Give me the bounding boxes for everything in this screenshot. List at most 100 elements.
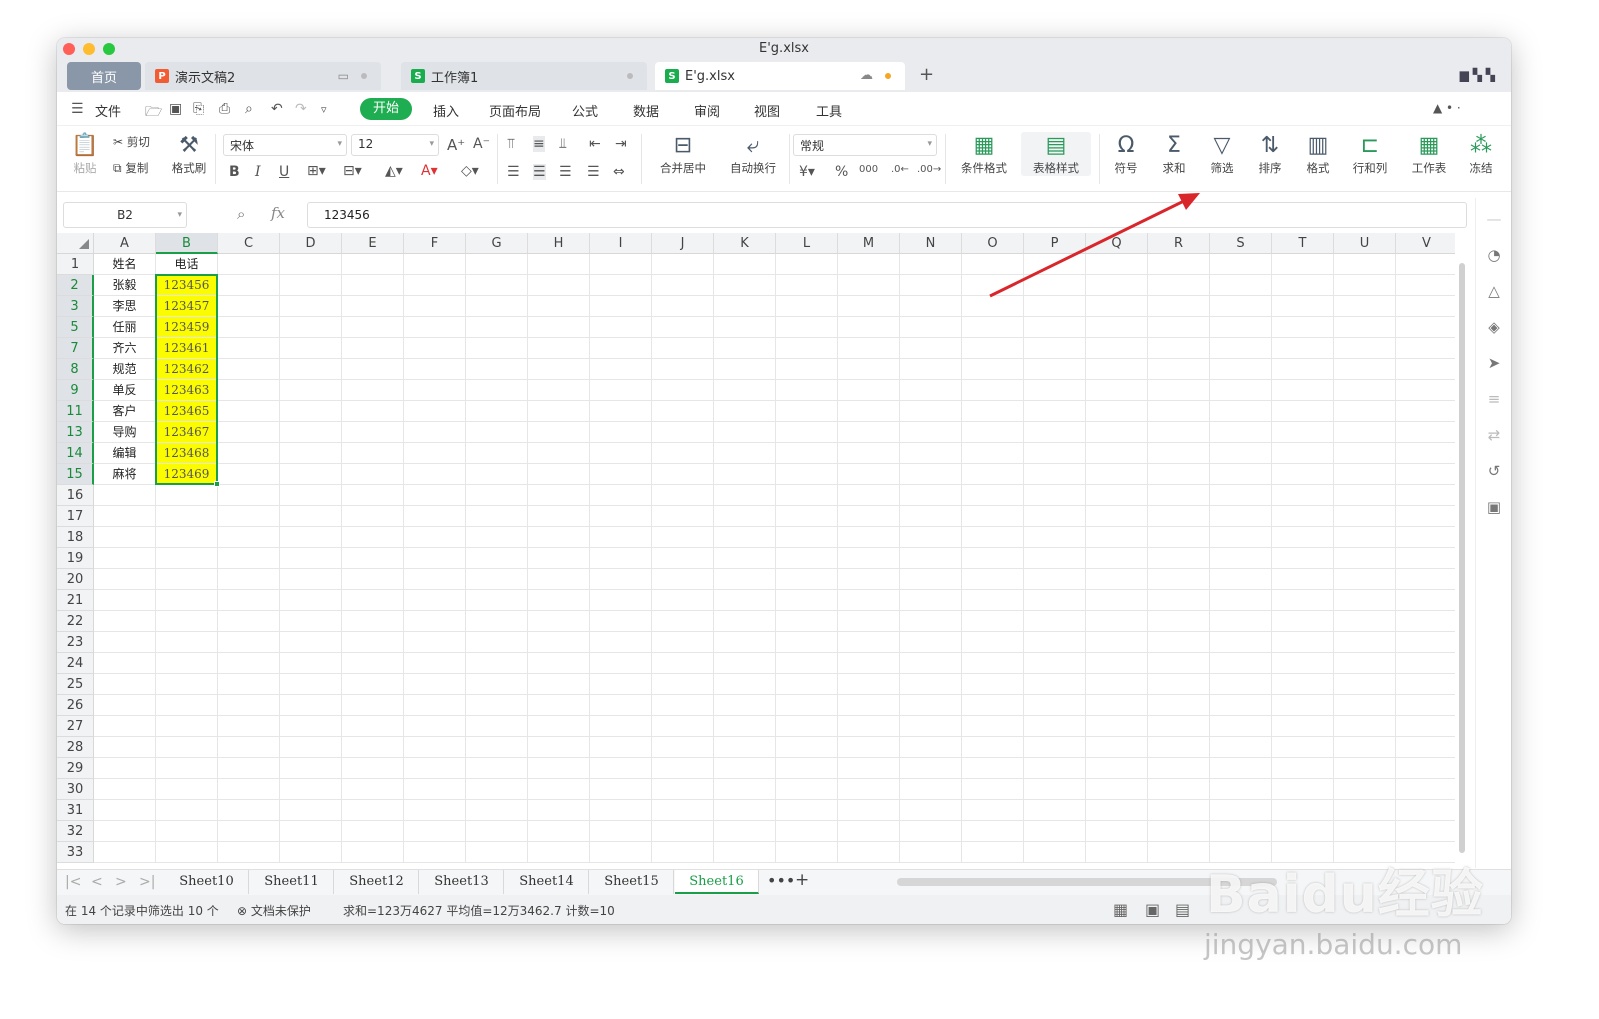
cell[interactable] — [528, 464, 590, 485]
cell[interactable] — [652, 317, 714, 338]
cell[interactable] — [590, 485, 652, 506]
cell[interactable] — [652, 527, 714, 548]
cell[interactable] — [342, 674, 404, 695]
account-icons[interactable]: ▆ ▚ ▚ — [1460, 68, 1495, 82]
cell[interactable] — [280, 611, 342, 632]
cell[interactable] — [900, 317, 962, 338]
cell[interactable] — [342, 401, 404, 422]
distribute-icon[interactable]: ⇔ — [613, 164, 625, 180]
cell[interactable]: 123461 — [156, 338, 218, 359]
cell[interactable] — [1086, 296, 1148, 317]
cell[interactable]: 导购 — [94, 422, 156, 443]
cell[interactable] — [1148, 611, 1210, 632]
cell[interactable] — [590, 590, 652, 611]
cell[interactable] — [962, 716, 1024, 737]
cell[interactable] — [962, 821, 1024, 842]
cell[interactable] — [466, 632, 528, 653]
cell[interactable] — [280, 590, 342, 611]
cell[interactable] — [838, 632, 900, 653]
cell[interactable] — [1024, 842, 1086, 863]
close-tab-dot[interactable] — [361, 73, 367, 79]
cell[interactable] — [1086, 359, 1148, 380]
cell[interactable] — [404, 254, 466, 275]
menu-data[interactable]: 数据 — [633, 101, 659, 120]
cell[interactable] — [218, 401, 280, 422]
cell[interactable] — [1024, 779, 1086, 800]
cell[interactable] — [714, 842, 776, 863]
cell[interactable] — [776, 737, 838, 758]
cell[interactable] — [1396, 548, 1455, 569]
cell[interactable] — [962, 359, 1024, 380]
cell[interactable] — [652, 821, 714, 842]
cell[interactable] — [838, 485, 900, 506]
cell[interactable] — [1334, 380, 1396, 401]
cell[interactable] — [838, 548, 900, 569]
row-header[interactable]: 19 — [57, 548, 94, 569]
cell[interactable] — [218, 653, 280, 674]
tab-home[interactable]: 首页 — [67, 62, 141, 90]
cell[interactable] — [962, 611, 1024, 632]
tab-workbook1[interactable]: S 工作簿1 — [401, 62, 647, 90]
cell[interactable] — [466, 506, 528, 527]
cell[interactable] — [404, 758, 466, 779]
cell[interactable] — [714, 380, 776, 401]
cell[interactable] — [900, 548, 962, 569]
cell[interactable] — [94, 821, 156, 842]
cell[interactable] — [776, 443, 838, 464]
cell[interactable] — [1024, 611, 1086, 632]
cell[interactable] — [94, 527, 156, 548]
cell[interactable] — [1396, 338, 1455, 359]
cell[interactable] — [776, 716, 838, 737]
open-icon[interactable]: 🗁 — [145, 101, 162, 125]
cell[interactable] — [218, 842, 280, 863]
cell[interactable] — [962, 527, 1024, 548]
cell[interactable] — [590, 821, 652, 842]
history-icon[interactable]: ↺ — [1485, 462, 1503, 480]
cell[interactable] — [280, 464, 342, 485]
row-header[interactable]: 13 — [57, 422, 94, 443]
cell[interactable] — [1148, 821, 1210, 842]
italic-icon[interactable]: I — [255, 164, 261, 180]
cell[interactable] — [1272, 485, 1334, 506]
cell[interactable] — [342, 275, 404, 296]
cell[interactable] — [1272, 632, 1334, 653]
cell[interactable] — [714, 485, 776, 506]
cell[interactable] — [962, 737, 1024, 758]
cell[interactable] — [1272, 380, 1334, 401]
cell[interactable] — [962, 548, 1024, 569]
row-header[interactable]: 17 — [57, 506, 94, 527]
cell[interactable] — [1272, 464, 1334, 485]
cell[interactable] — [1148, 548, 1210, 569]
column-header[interactable]: I — [590, 233, 652, 254]
cell[interactable] — [280, 653, 342, 674]
cell[interactable] — [528, 527, 590, 548]
column-header[interactable]: M — [838, 233, 900, 254]
row-header[interactable]: 7 — [57, 338, 94, 359]
cell[interactable]: 123467 — [156, 422, 218, 443]
cell[interactable] — [1334, 611, 1396, 632]
cell[interactable] — [1024, 338, 1086, 359]
cell[interactable] — [1272, 653, 1334, 674]
cell[interactable] — [156, 821, 218, 842]
cell[interactable] — [1396, 569, 1455, 590]
row-header[interactable]: 25 — [57, 674, 94, 695]
cell[interactable] — [528, 275, 590, 296]
cell[interactable] — [1210, 821, 1272, 842]
cell[interactable] — [1334, 632, 1396, 653]
cell[interactable] — [838, 527, 900, 548]
cell[interactable] — [900, 632, 962, 653]
cell[interactable] — [218, 254, 280, 275]
cell[interactable] — [1148, 632, 1210, 653]
cell[interactable] — [652, 758, 714, 779]
cell[interactable] — [528, 821, 590, 842]
font-size-select[interactable]: 12 ▾ — [351, 134, 439, 156]
cell[interactable] — [156, 737, 218, 758]
menu-formula[interactable]: 公式 — [572, 101, 598, 120]
cell[interactable] — [1210, 653, 1272, 674]
cell[interactable] — [1334, 779, 1396, 800]
cell[interactable] — [1334, 338, 1396, 359]
cell[interactable] — [838, 611, 900, 632]
cell[interactable] — [404, 422, 466, 443]
save-icon[interactable]: ▣ — [169, 101, 182, 117]
cell[interactable] — [962, 464, 1024, 485]
